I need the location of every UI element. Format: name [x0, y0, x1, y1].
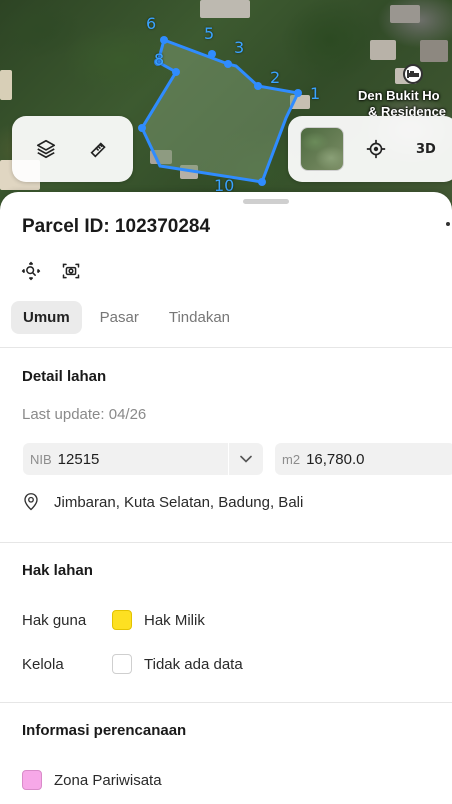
parcel-vertex [224, 60, 232, 68]
layers-icon[interactable] [28, 131, 64, 167]
satellite-map[interactable]: 6 5 3 2 1 8 10 Den Bukit Ho & Residence [0, 0, 452, 220]
rights-section-title: Hak lahan [22, 562, 93, 579]
parcel-title: Parcel ID: 102370284 [22, 216, 211, 237]
basemap-thumbnail[interactable] [300, 127, 344, 171]
area-value: 16,780.0 [306, 450, 365, 468]
crosshair-icon[interactable] [358, 131, 394, 167]
nib-prefix: NIB [30, 451, 52, 467]
nib-value: 12515 [57, 450, 100, 468]
rights-key: Kelola [22, 655, 64, 673]
chevron-down-icon [240, 455, 252, 463]
parcel-vertex [254, 82, 262, 90]
rights-row-kelola: Kelola Tidak ada data [22, 654, 243, 674]
parcel-vertex [138, 124, 146, 132]
color-swatch [22, 770, 42, 790]
vertex-label: 5 [204, 24, 215, 43]
nib-field[interactable]: NIB 12515 [23, 443, 228, 475]
color-swatch [112, 610, 132, 630]
tab-bar: Umum Pasar Tindakan [11, 301, 242, 334]
rights-key: Hak guna [22, 611, 87, 629]
address-row: Jimbaran, Kuta Selatan, Badung, Bali [22, 492, 303, 512]
sheet-drag-handle[interactable] [243, 199, 289, 204]
nib-dropdown-toggle[interactable] [229, 443, 263, 475]
location-pin-icon [24, 493, 38, 511]
parcel-vertex [172, 68, 180, 76]
parcel-tools [20, 260, 82, 282]
detail-section-title: Detail lahan [22, 368, 107, 385]
ruler-icon[interactable] [81, 131, 117, 167]
parcel-vertex [294, 89, 302, 97]
map-tools-panel [12, 116, 133, 182]
parcel-vertex [258, 178, 266, 186]
more-options-icon[interactable] [446, 222, 450, 226]
poi-label[interactable]: Den Bukit Ho [358, 88, 440, 103]
3d-toggle-button[interactable]: 3D [416, 142, 436, 157]
parcel-bottom-sheet: Parcel ID: 102370284 Umum Pasar Tindakan [0, 192, 452, 804]
vertex-label: 1 [310, 84, 321, 103]
section-divider [0, 347, 452, 348]
zone-row: Zona Pariwisata [22, 770, 162, 790]
address-text: Jimbaran, Kuta Selatan, Badung, Bali [54, 493, 304, 511]
zoom-to-parcel-icon[interactable] [20, 260, 42, 282]
area-unit: m2 [282, 451, 301, 467]
vertex-label: 8 [154, 50, 165, 69]
vertex-label: 6 [146, 14, 157, 33]
parcel-vertex [160, 36, 168, 44]
vertex-label: 2 [270, 68, 281, 87]
zone-label: Zona Pariwisata [54, 771, 162, 789]
area-field[interactable]: m2 16,780.0 [275, 443, 452, 475]
planning-section-title: Informasi perencanaan [22, 722, 187, 739]
tab-pasar[interactable]: Pasar [88, 301, 151, 334]
parcel-polygon [140, 38, 301, 184]
rights-value: Hak Milik [144, 611, 205, 629]
parcel-vertex [208, 50, 216, 58]
rights-value: Tidak ada data [144, 655, 243, 673]
vertex-label: 3 [234, 38, 245, 57]
hotel-icon[interactable] [403, 64, 423, 84]
rights-row-hak-guna: Hak guna Hak Milik [22, 610, 205, 630]
tab-tindakan[interactable]: Tindakan [157, 301, 242, 334]
color-swatch [112, 654, 132, 674]
map-view-panel: 3D [288, 116, 452, 182]
section-divider [0, 702, 452, 703]
screenshot-icon[interactable] [60, 260, 82, 282]
section-divider [0, 542, 452, 543]
last-update-text: Last update: 04/26 [22, 406, 147, 423]
tab-umum[interactable]: Umum [11, 301, 82, 334]
